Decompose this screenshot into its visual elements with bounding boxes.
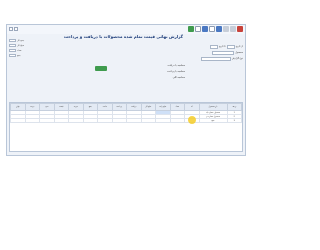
product-label: محصول <box>235 51 243 54</box>
close-icon[interactable] <box>237 26 243 32</box>
maximize-icon[interactable] <box>14 27 18 31</box>
export-icon[interactable] <box>195 26 201 32</box>
table-cell <box>68 118 84 123</box>
table-cell: 3 <box>226 118 242 123</box>
report-type-select[interactable] <box>200 56 231 61</box>
document-icon[interactable] <box>216 26 222 32</box>
column-header[interactable]: مبلغ واحد <box>155 103 171 111</box>
results-table: ردیف نام محصول کد تعداد مبلغ واحد مبلغ ک… <box>10 103 242 123</box>
column-header[interactable]: درصد <box>24 103 40 111</box>
left-panel-row: جمع <box>9 53 51 57</box>
left-panel-field[interactable] <box>9 48 16 52</box>
column-header[interactable]: سود <box>39 103 55 111</box>
left-panel-field[interactable] <box>9 53 16 57</box>
table-cell <box>39 118 55 123</box>
column-header[interactable]: جمع <box>82 103 98 111</box>
results-grid: ردیف نام محصول کد تعداد مبلغ واحد مبلغ ک… <box>9 102 243 152</box>
column-header[interactable]: نهایی <box>10 103 26 111</box>
left-panel-field[interactable] <box>9 43 16 47</box>
type-filter-row: نوع گزارش <box>200 56 243 61</box>
page-title: گزارش نهائی قیمت تمام شده محصولات با دری… <box>63 34 183 39</box>
save-icon[interactable] <box>188 26 194 32</box>
column-header[interactable]: پرداخت <box>111 103 127 111</box>
column-header[interactable]: ردیف <box>226 103 242 111</box>
left-panel-label: مبلغ کل <box>17 43 25 47</box>
table-cell <box>10 118 26 123</box>
option-row: محاسبه با پرداخت <box>167 69 185 74</box>
refresh-icon[interactable] <box>209 26 215 32</box>
left-panel-label: جمع <box>17 53 21 57</box>
table-cell <box>53 118 69 123</box>
to-date-input[interactable] <box>209 44 218 49</box>
excel-icon[interactable] <box>202 26 208 32</box>
option-row: محاسبه با دریافت <box>167 63 185 68</box>
table-cell <box>111 118 127 123</box>
column-header[interactable]: مبلغ کل <box>140 103 156 111</box>
left-panel-row: جمع کل <box>9 38 51 42</box>
table-cell <box>24 118 40 123</box>
from-date-input[interactable] <box>226 44 235 49</box>
option-label[interactable]: محاسبه با پرداخت <box>167 70 185 73</box>
left-panel-row: مبلغ کل <box>9 43 51 47</box>
report-window: گزارش نهائی قیمت تمام شده محصولات با دری… <box>6 24 246 156</box>
toolbar <box>7 25 245 34</box>
left-panel-label: جمع کل <box>17 38 25 42</box>
table-cell: جمع <box>198 118 228 123</box>
table-cell <box>140 118 156 123</box>
table-cell <box>155 118 171 123</box>
toolbar-icons <box>188 26 243 32</box>
option-label[interactable]: محاسبه با دریافت <box>167 64 185 67</box>
product-input[interactable] <box>212 50 235 55</box>
column-header[interactable]: قیمت <box>53 103 69 111</box>
minimize-icon[interactable] <box>9 27 13 31</box>
from-date-label: از تاریخ <box>235 45 243 48</box>
column-header[interactable]: نام محصول <box>198 103 228 111</box>
run-report-button[interactable] <box>95 66 107 71</box>
window-icon[interactable] <box>230 26 236 32</box>
column-header[interactable]: کد <box>184 103 200 111</box>
left-panel-field[interactable] <box>9 38 16 42</box>
print-icon[interactable] <box>223 26 229 32</box>
table-row[interactable]: 3 جمع <box>10 118 242 123</box>
table-cell <box>97 118 113 123</box>
date-filter-row: از تاریخ تا تاریخ <box>209 44 243 49</box>
column-header[interactable]: مانده <box>97 103 113 111</box>
table-cell <box>126 118 142 123</box>
window-controls <box>9 27 18 31</box>
column-header[interactable]: تعداد <box>169 103 185 111</box>
left-panel-row: تعداد <box>9 48 51 52</box>
column-header[interactable]: دریافت <box>126 103 142 111</box>
column-header[interactable]: هزینه <box>68 103 84 111</box>
option-label[interactable]: محاسبه کلی <box>173 76 185 79</box>
to-date-label: تا تاریخ <box>218 45 226 48</box>
cursor-highlight-icon <box>188 116 196 124</box>
report-type-label: نوع گزارش <box>231 57 243 60</box>
table-cell <box>82 118 98 123</box>
option-row: محاسبه کلی <box>173 75 185 80</box>
product-filter-row: محصول <box>212 50 243 55</box>
left-panel-label: تعداد <box>17 48 22 52</box>
table-cell <box>169 118 185 123</box>
